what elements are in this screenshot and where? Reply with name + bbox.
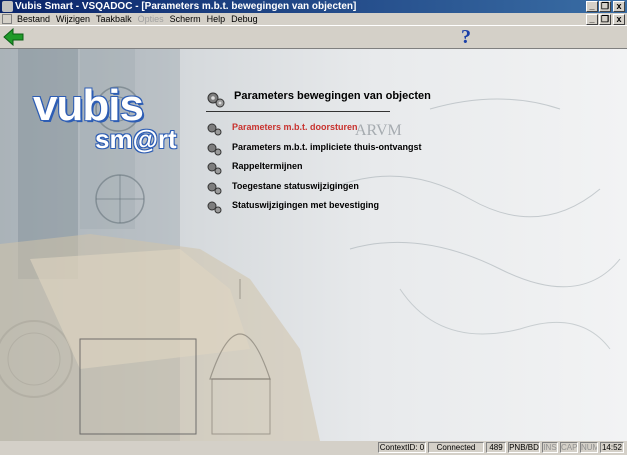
gears-icon (207, 162, 222, 175)
option-label: Toegestane statuswijzigingen (232, 180, 359, 191)
background-map-text: ARVM (355, 122, 402, 139)
status-code1: 489 (486, 442, 506, 453)
app-icon[interactable] (2, 1, 13, 12)
gears-icon (207, 92, 225, 108)
gears-icon (207, 123, 222, 136)
title-bar: Vubis Smart - VSQADOC - [Parameters m.b.… (0, 0, 627, 13)
option-label: Rappeltermijnen (232, 161, 303, 171)
page-title: Parameters bewegingen van objecten (234, 90, 431, 102)
vubis-smart-logo: vubis sm@rt (33, 84, 183, 164)
status-code2: PNB/BD (508, 442, 540, 453)
back-button[interactable] (3, 27, 25, 47)
mdi-minimize-button[interactable]: _ (586, 14, 598, 25)
menu-help[interactable]: Help (204, 13, 229, 25)
menu-bestand[interactable]: Bestand (14, 13, 53, 25)
green-left-arrow-icon (3, 27, 24, 47)
help-button[interactable]: ? (458, 27, 474, 47)
menu-taakbalk[interactable]: Taakbalk (93, 13, 135, 25)
menu-opties[interactable]: Opties (135, 13, 167, 25)
toolbar: ? (0, 25, 627, 49)
gears-icon (207, 143, 222, 155)
minimize-button[interactable]: _ (586, 1, 598, 12)
document-icon[interactable] (2, 14, 12, 24)
menu-scherm[interactable]: Scherm (167, 13, 204, 25)
main-content: ARVM vubis sm@rt Parameters bewegingen v… (0, 49, 627, 441)
restore-button[interactable]: ❐ (599, 1, 611, 12)
mdi-restore-button[interactable]: ❐ (599, 14, 611, 25)
status-time: 14:52 (600, 442, 624, 453)
status-context: ContextID: 0 (378, 442, 426, 453)
logo-word-smart: sm@rt (95, 124, 177, 154)
gears-icon (207, 182, 222, 194)
mdi-close-button[interactable]: x (613, 14, 625, 25)
section-header: Parameters bewegingen van objecten (206, 87, 431, 112)
status-bar: ContextID: 0 Connected 489 PNB/BD INS CA… (0, 441, 627, 455)
option-label: Parameters m.b.t. impliciete thuis-ontva… (232, 141, 422, 152)
menu-wijzigen[interactable]: Wijzigen (53, 13, 93, 25)
window-title: Vubis Smart - VSQADOC - [Parameters m.b.… (15, 1, 357, 12)
menu-debug[interactable]: Debug (228, 13, 261, 25)
gears-icon (207, 201, 222, 214)
status-num: NUM (580, 442, 598, 453)
menu-bar: Bestand Wijzigen Taakbalk Opties Scherm … (0, 13, 627, 25)
status-connection: Connected (428, 442, 484, 453)
status-ins: INS (542, 442, 558, 453)
close-button[interactable]: x (613, 1, 625, 12)
option-label: Parameters m.b.t. doorsturen (232, 122, 358, 132)
status-caps: CAPS (560, 442, 578, 453)
option-label: Statuswijzigingen met bevestiging (232, 200, 380, 210)
logo-word-vubis: vubis (33, 81, 144, 130)
